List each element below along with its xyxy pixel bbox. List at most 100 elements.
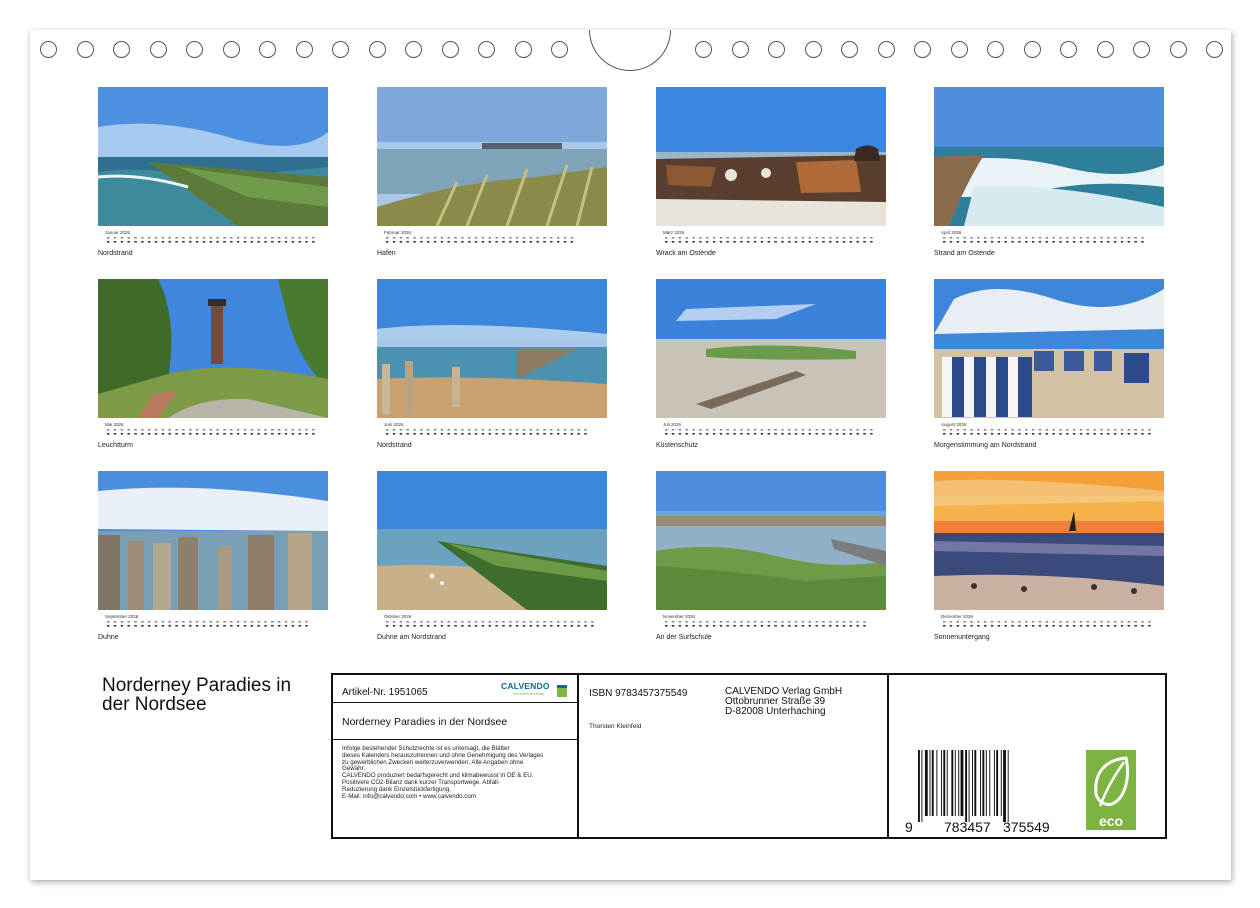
month-card: November 2026 An der Surfschule: [656, 471, 886, 651]
month-name: November 2026: [663, 614, 696, 619]
photo-caption: Sonnenuntergang: [934, 634, 990, 641]
calvendo-logo: CALVENDO Ihre Kalenderverlag: [501, 681, 569, 699]
binding-hole: [40, 41, 57, 58]
publisher-line: D-82008 Unterhaching: [725, 706, 826, 717]
binding-hole: [1206, 41, 1223, 58]
month-photo: [98, 87, 328, 226]
day-strip: [943, 429, 1151, 435]
binding-hole: [877, 41, 895, 58]
month-photo: [656, 87, 886, 226]
legal-line: E-Mail: info@calvendo.com • www.calvendo…: [342, 792, 476, 800]
photo-image: [377, 471, 607, 610]
barcode-bar: [1003, 750, 1006, 822]
legal-notice: Infolge bestehender Schutzrechte ist es …: [342, 745, 574, 800]
photo-image: [934, 279, 1164, 418]
photo-caption: An der Surfschule: [656, 634, 712, 641]
eco-badge: eco: [1086, 750, 1136, 830]
isbn: ISBN 9783457375549: [589, 688, 688, 699]
photo-caption: Duhne: [98, 634, 119, 641]
barcode-bar: [996, 750, 999, 816]
info-row-article: Artikel-Nr. 1951065 CALVENDO Ihre Kalend…: [333, 675, 577, 703]
barcode-bar: [965, 750, 968, 822]
month-name: Juli 2026: [663, 422, 682, 427]
binding-hole: [731, 41, 749, 58]
barcode-bar: [980, 750, 982, 816]
info-column-left: Artikel-Nr. 1951065 CALVENDO Ihre Kalend…: [333, 675, 579, 837]
photo-image: [98, 471, 328, 610]
month-photo: [377, 279, 607, 418]
day-strip: [107, 621, 308, 627]
leaf-icon: [1094, 756, 1129, 807]
barcode-bar: [946, 750, 948, 816]
barcode: 9 783457 375549: [905, 750, 1050, 835]
barcode-bar: [918, 750, 920, 822]
month-card: September 2026 Duhne: [98, 471, 328, 651]
binding-hole: [1023, 41, 1041, 58]
photo-caption: Nordstrand: [377, 442, 412, 449]
barcode-bar: [943, 750, 946, 816]
binding-hole: [149, 41, 167, 58]
barcode-bar: [982, 750, 985, 816]
logo-tagline: Ihre Kalenderverlag: [513, 692, 544, 696]
month-name: Januar 2026: [105, 230, 131, 235]
eco-label: eco: [1098, 813, 1124, 829]
barcode-bar: [960, 750, 964, 816]
photo-caption: Morgenstimmung am Nordstrand: [934, 442, 1037, 449]
binding-hole: [987, 41, 1004, 58]
month-name: August 2026: [941, 422, 967, 427]
article-number: Artikel-Nr. 1951065: [342, 687, 428, 698]
author-name: Thorsten Kleinfeld: [589, 723, 642, 730]
barcode-bar: [921, 750, 923, 822]
month-card: Februar 2026 Hafen: [377, 87, 607, 267]
day-strip: [943, 621, 1151, 627]
month-photo: [98, 471, 328, 610]
photo-image: [656, 279, 886, 418]
month-photo: [934, 279, 1164, 418]
barcode-bar: [989, 750, 991, 816]
day-strip: [665, 237, 873, 243]
binding-hole: [368, 41, 386, 58]
binding-hole: [841, 41, 858, 58]
calendar-logo-icon: [557, 685, 567, 697]
photo-image: [98, 87, 328, 226]
photo-caption: Leuchtturm: [98, 442, 134, 449]
day-strip: [107, 237, 315, 243]
day-strip: [665, 429, 873, 435]
binding-hole: [76, 41, 94, 58]
photo-image: [934, 471, 1164, 610]
photo-image: [656, 87, 886, 226]
binding-hole: [1060, 41, 1077, 58]
month-name: Juni 2026: [384, 422, 404, 427]
binding-hole: [441, 41, 459, 58]
binding-hole: [804, 41, 822, 58]
binding-hole: [1096, 41, 1114, 58]
day-strip: [386, 429, 587, 435]
month-card: Dezember 2026 Sonnenuntergang: [934, 471, 1164, 651]
barcode-bar: [1000, 750, 1002, 816]
photo-image: [377, 279, 607, 418]
day-strip: [107, 429, 315, 435]
binding-hole: [478, 41, 495, 58]
barcode-digits: 375549: [1003, 819, 1050, 835]
month-photo: [377, 471, 607, 610]
month-name: April 2026: [941, 230, 962, 235]
photo-caption: Duhne am Nordstrand: [377, 634, 446, 641]
month-photo: [377, 87, 607, 226]
photo-image: [98, 279, 328, 418]
info-row-subtitle: Norderney Paradies in der Nordsee: [333, 703, 577, 740]
binding-hole: [186, 41, 203, 58]
month-photo: [934, 87, 1164, 226]
day-strip: [943, 237, 1144, 243]
photo-image: [934, 87, 1164, 226]
barcode-bar: [924, 750, 928, 816]
logo-wordmark: CALVENDO: [501, 681, 550, 691]
photo-caption: Strand am Ostende: [934, 250, 995, 257]
legal-line: zu gewerblichen Zwecken weiterzuverwende…: [342, 758, 524, 766]
month-card: Oktober 2026 Duhne am Nordstrand: [377, 471, 607, 651]
barcode-bar: [958, 750, 960, 816]
binding-hole: [295, 41, 313, 58]
barcode-bar: [985, 750, 987, 816]
publisher-address: CALVENDO Verlag GmbH Ottobrunner Straße 3…: [725, 687, 842, 717]
month-name: Mai 2026: [105, 422, 124, 427]
month-name: Dezember 2026: [941, 614, 974, 619]
